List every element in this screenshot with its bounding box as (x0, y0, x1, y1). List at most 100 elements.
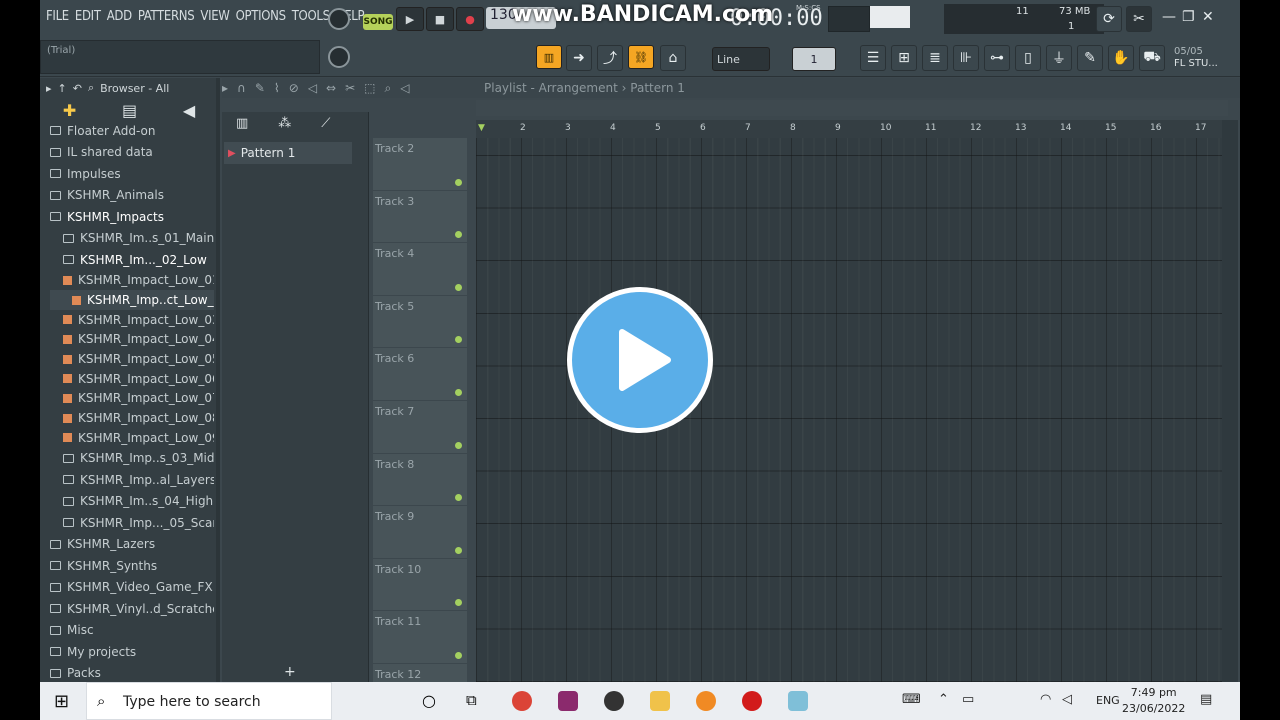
browser-file-item[interactable]: KSHMR_Impact_Low_09 (50, 428, 214, 448)
mixer-icon[interactable]: ⊪ (953, 45, 979, 71)
master-volume-knob[interactable] (328, 8, 350, 30)
chevron-up-icon[interactable]: ⌃ (938, 692, 949, 707)
video-play-button[interactable] (567, 287, 713, 433)
track-enable-led[interactable] (455, 441, 462, 449)
browser-file-item[interactable]: KSHMR_Impact_Low_05 (50, 349, 214, 369)
shop-icon[interactable]: ⛟ (1139, 45, 1165, 71)
browser-folder-item[interactable]: KSHMR_Imp..al_Layers (50, 469, 214, 491)
audio-tab-icon[interactable]: ⁂ (278, 116, 291, 131)
cut-icon[interactable]: ✂ (1126, 6, 1152, 32)
typing-keyboard-icon[interactable]: ▥ (536, 45, 562, 69)
track-enable-led[interactable] (455, 494, 462, 502)
step-arrow-icon[interactable]: ➜ (566, 45, 592, 71)
cortana-icon[interactable]: ○ (422, 691, 436, 710)
language-indicator[interactable]: ENG (1096, 694, 1120, 707)
menu-item-view[interactable]: VIEW (200, 9, 230, 24)
taskbar-search-input[interactable]: ⌕ Type here to search (86, 682, 332, 720)
menu-item-patterns[interactable]: PATTERNS (138, 9, 195, 24)
browser-folder-item[interactable]: Packs (50, 663, 214, 685)
browser-file-item[interactable]: KSHMR_Impact_Low_07 (50, 389, 214, 409)
up-icon[interactable]: ↑ (58, 82, 67, 95)
menu-item-options[interactable]: OPTIONS (236, 9, 286, 24)
browser-folder-item[interactable]: KSHMR_Im..s_01_Main (50, 228, 214, 250)
browser-file-item[interactable]: KSHMR_Impact_Low_03 (50, 310, 214, 330)
zoom-icon[interactable]: ⌕ (385, 81, 392, 96)
browser-folder-item[interactable]: KSHMR_Imp..s_03_Mid (50, 448, 214, 470)
browser-folder-item[interactable]: KSHMR_Vinyl..d_Scratches (50, 598, 214, 620)
magnet-icon[interactable]: ∩ (237, 81, 246, 96)
browser-folder-item[interactable]: KSHMR_Video_Game_FX (50, 577, 214, 599)
record-button[interactable]: ● (456, 7, 484, 31)
tab-plugin-database-icon[interactable]: ◀ (183, 101, 195, 120)
playlist-icon[interactable]: ☰ (860, 45, 886, 71)
playlist-timeline[interactable]: ▼ 2 3 4 5 6 7 8 9 10 11 12 13 14 15 16 17 (476, 120, 1228, 138)
browser-folder-item[interactable]: KSHMR_Impacts (50, 206, 214, 228)
track-header[interactable]: Track 10 (373, 559, 467, 612)
automation-tab-icon[interactable]: ⟋ (321, 116, 330, 131)
close-icon[interactable]: ✕ (1202, 9, 1214, 25)
track-enable-led[interactable] (455, 336, 462, 344)
playhead-marker-icon[interactable]: ▼ (478, 123, 485, 133)
chrome-icon[interactable] (512, 691, 532, 711)
browser-folder-item[interactable]: KSHMR_Im..._02_Low (50, 249, 214, 271)
snap-select[interactable]: Line (712, 47, 770, 71)
stop-button[interactable]: ■ (426, 7, 454, 31)
track-enable-led[interactable] (455, 283, 462, 291)
track-enable-led[interactable] (455, 546, 462, 554)
track-header[interactable]: Track 3 (373, 191, 467, 244)
metronome-icon[interactable]: ⌂ (660, 45, 686, 71)
channel-rack-icon[interactable]: ≣ (922, 45, 948, 71)
browser-file-item[interactable]: KSHMR_Imp..ct_Low_02 (50, 290, 214, 310)
play-button[interactable]: ▶ (396, 7, 424, 31)
track-header[interactable]: Track 11 (373, 611, 467, 664)
pencil-icon[interactable]: ✎ (255, 81, 265, 96)
media-player-icon[interactable] (604, 691, 624, 711)
link-icon[interactable]: ⛓ (628, 45, 654, 69)
delete-icon[interactable]: ⊘ (289, 81, 299, 96)
menu-item-add[interactable]: ADD (107, 9, 132, 24)
search-icon[interactable]: ⌕ (88, 81, 94, 95)
track-header[interactable]: Track 8 (373, 454, 467, 507)
browser-file-item[interactable]: KSHMR_Impact_Low_06 (50, 369, 214, 389)
task-view-icon[interactable]: ⧉ (466, 691, 477, 709)
browser-folder-item[interactable]: KSHMR_Synths (50, 555, 214, 577)
browser-file-item[interactable]: KSHMR_Impact_Low_04 (50, 330, 214, 350)
track-enable-led[interactable] (455, 651, 462, 659)
menu-item-tools[interactable]: TOOLS (292, 9, 330, 24)
pattern-item[interactable]: ▶ Pattern 1 (224, 142, 352, 164)
menu-item-edit[interactable]: EDIT (75, 9, 101, 24)
browser-scrollbar[interactable] (216, 78, 220, 682)
track-header[interactable]: Track 4 (373, 243, 467, 296)
plugin-icon[interactable]: ⏚ (1046, 45, 1072, 71)
browser-folder-item[interactable]: Impulses (50, 163, 214, 185)
track-header[interactable]: Track 6 (373, 348, 467, 401)
restore-icon[interactable]: ❐ (1182, 9, 1195, 25)
browser-folder-item[interactable]: KSHMR_Lazers (50, 534, 214, 556)
battery-icon[interactable]: ▭ (962, 692, 974, 707)
track-enable-led[interactable] (455, 388, 462, 396)
playlist-vertical-scrollbar[interactable] (1222, 120, 1238, 682)
app-taskbar-icon[interactable] (788, 691, 808, 711)
add-pattern-icon[interactable]: + (284, 664, 296, 680)
tempo-tapper-icon[interactable]: ✎ (1077, 45, 1103, 71)
keyboard-icon[interactable]: ⌨ (902, 692, 921, 707)
arrow-icon[interactable]: ▸ (222, 81, 228, 96)
browser-file-item[interactable]: KSHMR_Impact_Low_01 (50, 271, 214, 291)
track-header[interactable]: Track 9 (373, 506, 467, 559)
slice-icon[interactable]: ✂ (345, 81, 355, 96)
track-enable-led[interactable] (455, 599, 462, 607)
track-enable-led[interactable] (455, 231, 462, 239)
master-pitch-knob[interactable] (328, 46, 350, 68)
winrar-icon[interactable] (558, 691, 578, 711)
track-header[interactable]: Track 7 (373, 401, 467, 454)
mute-icon[interactable]: ◁ (308, 81, 317, 96)
track-enable-led[interactable] (455, 178, 462, 186)
taskbar-clock[interactable]: 7:49 pm 23/06/2022 (1122, 685, 1185, 717)
patterns-tab-icon[interactable]: ▥ (236, 116, 248, 131)
browser-folder-item[interactable]: KSHMR_Im..s_04_High (50, 491, 214, 513)
browser-folder-item[interactable]: Floater Add-on (50, 120, 214, 142)
wifi-icon[interactable]: ◠ (1040, 692, 1051, 707)
browser-folder-item[interactable]: Misc (50, 620, 214, 642)
browser-tree-icon[interactable]: ⊶ (984, 45, 1010, 71)
brush-icon[interactable]: ⌇ (274, 81, 280, 96)
